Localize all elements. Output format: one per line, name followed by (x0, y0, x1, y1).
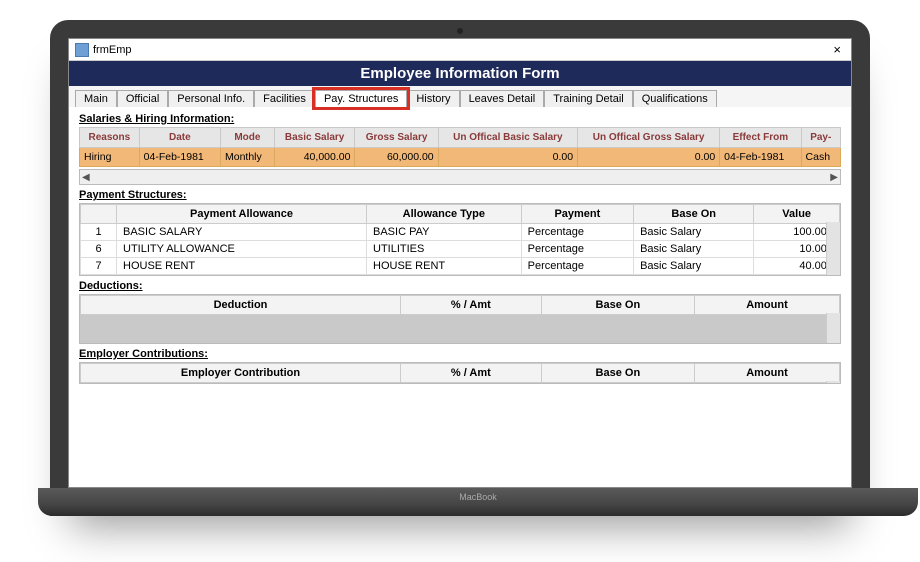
payment-structures-label: Payment Structures: (79, 189, 841, 201)
page-title: Employee Information Form (69, 61, 851, 86)
laptop-base: MacBook (38, 488, 918, 516)
ec-col-header: Employer Contribution (81, 364, 401, 383)
tab-official[interactable]: Official (117, 90, 168, 107)
tab-pay-structures[interactable]: Pay. Structures (315, 90, 407, 107)
tab-leaves-detail[interactable]: Leaves Detail (460, 90, 545, 107)
deductions-col-header: Base On (541, 296, 694, 315)
salaries-col-header: Basic Salary (274, 128, 355, 148)
ec-col-header: Amount (694, 364, 839, 383)
salaries-col-header: Mode (220, 128, 274, 148)
tab-history[interactable]: History (407, 90, 459, 107)
ps-row[interactable]: 6UTILITY ALLOWANCEUTILITIESPercentageBas… (81, 241, 840, 258)
ps-row[interactable]: 1BASIC SALARYBASIC PAYPercentageBasic Sa… (81, 224, 840, 241)
salaries-table: ReasonsDateModeBasic SalaryGross SalaryU… (79, 127, 841, 167)
employer-contrib-grid: Employer Contribution% / AmtBase OnAmoun… (79, 362, 841, 384)
tab-personal-info-[interactable]: Personal Info. (168, 90, 254, 107)
salaries-col-header: Un Offical Basic Salary (438, 128, 577, 148)
deductions-vscroll[interactable] (826, 313, 840, 343)
deductions-grid: Deduction% / AmtBase OnAmount (79, 294, 841, 344)
salaries-col-header: Reasons (80, 128, 140, 148)
laptop-label: MacBook (459, 492, 497, 502)
app-icon (75, 43, 89, 57)
laptop-frame: frmEmp × Employee Information Form MainO… (50, 20, 870, 516)
deductions-col-header: Deduction (81, 296, 401, 315)
ps-col-header: Payment (521, 205, 633, 224)
deductions-col-header: % / Amt (401, 296, 542, 315)
salaries-label: Salaries & Hiring Information: (79, 113, 841, 125)
content-area: Salaries & Hiring Information: ReasonsDa… (69, 107, 851, 394)
salaries-col-header: Date (139, 128, 220, 148)
scroll-right-icon[interactable]: ▶ (830, 172, 838, 183)
salaries-hscroll[interactable]: ◀ ▶ (79, 169, 841, 185)
deductions-label: Deductions: (79, 280, 841, 292)
tab-qualifications[interactable]: Qualifications (633, 90, 717, 107)
window-title: frmEmp (93, 44, 132, 56)
scroll-left-icon[interactable]: ◀ (82, 172, 90, 183)
ps-col-header: Allowance Type (367, 205, 522, 224)
salaries-col-header: Gross Salary (355, 128, 438, 148)
laptop-camera (457, 28, 463, 34)
salaries-col-header: Effect From (720, 128, 801, 148)
tab-training-detail[interactable]: Training Detail (544, 90, 633, 107)
ps-col-header: Value (754, 205, 840, 224)
screen: frmEmp × Employee Information Form MainO… (68, 38, 852, 488)
salaries-col-header: Pay- (801, 128, 840, 148)
ps-row[interactable]: 7HOUSE RENTHOUSE RENTPercentageBasic Sal… (81, 258, 840, 275)
deductions-empty (80, 315, 840, 343)
employer-contrib-vscroll[interactable] (826, 381, 840, 383)
ec-col-header: Base On (541, 364, 694, 383)
employer-contrib-label: Employer Contributions: (79, 348, 841, 360)
titlebar: frmEmp × (69, 39, 851, 61)
deductions-col-header: Amount (694, 296, 839, 315)
close-icon[interactable]: × (829, 42, 845, 57)
ec-col-header: % / Amt (401, 364, 542, 383)
tab-main[interactable]: Main (75, 90, 117, 107)
salaries-col-header: Un Offical Gross Salary (578, 128, 720, 148)
tab-strip: MainOfficialPersonal Info.FacilitiesPay.… (69, 86, 851, 107)
ps-col-header (81, 205, 117, 224)
ps-col-header: Base On (634, 205, 754, 224)
payment-structures-vscroll[interactable] (826, 222, 840, 275)
payment-structures-grid: Payment AllowanceAllowance TypePaymentBa… (79, 203, 841, 276)
ps-col-header: Payment Allowance (117, 205, 367, 224)
salaries-row[interactable]: Hiring04-Feb-1981Monthly40,000.0060,000.… (80, 148, 841, 167)
tab-facilities[interactable]: Facilities (254, 90, 315, 107)
